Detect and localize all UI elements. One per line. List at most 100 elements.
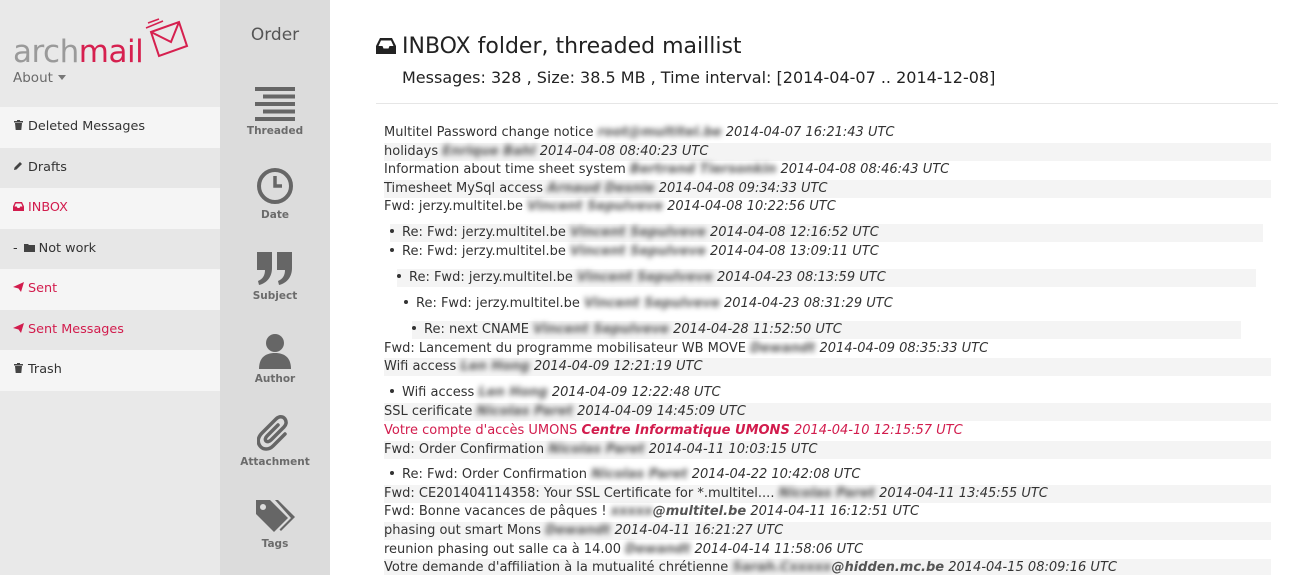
nest-dash: - bbox=[13, 240, 18, 256]
sidebar-item-not-work[interactable]: - Not work bbox=[0, 228, 220, 270]
reply-bullet bbox=[412, 326, 416, 330]
order-date-label: Date bbox=[261, 209, 289, 221]
message-row[interactable]: Fwd: CE201404114358: Your SSL Certificat… bbox=[384, 485, 1271, 503]
message-row[interactable]: Re: Fwd: Order Confirmation Nicolas Pare… bbox=[390, 466, 1270, 484]
message-author: Vincent Sepulveve bbox=[527, 199, 663, 214]
page-title-text: INBOX folder, threaded maillist bbox=[402, 34, 742, 59]
sidebar-item-trash[interactable]: Trash bbox=[0, 350, 220, 391]
order-panel: Order Threaded Date Subject Author Attac… bbox=[220, 0, 330, 575]
paperclip-icon bbox=[257, 415, 288, 451]
message-row[interactable]: reunion phasing out salle ca à 14.00 Dew… bbox=[384, 541, 1274, 559]
message-author: Bertrand Tiersonkin bbox=[629, 162, 777, 177]
message-author: Vincent Sepulveve bbox=[570, 244, 706, 259]
message-author: Centre Informatique UMONS bbox=[581, 423, 790, 438]
message-row[interactable]: phasing out smart Mons Dewandt 2014-04-1… bbox=[384, 522, 1271, 540]
message-row[interactable]: Re: Fwd: jerzy.multitel.be Vincent Sepul… bbox=[390, 224, 1263, 242]
reply-bullet bbox=[390, 471, 394, 475]
message-subject: Re: Fwd: jerzy.multitel.be bbox=[416, 296, 580, 311]
threaded-list-icon bbox=[255, 87, 295, 121]
message-author: root@multitel.be bbox=[597, 125, 722, 140]
clock-icon bbox=[257, 168, 293, 204]
order-date-button[interactable]: Date bbox=[220, 167, 330, 221]
order-tags-button[interactable]: Tags bbox=[220, 498, 330, 550]
logo-text-mail: mail bbox=[78, 34, 144, 70]
message-date: 2014-04-23 08:13:59 UTC bbox=[717, 270, 886, 285]
reply-bullet bbox=[390, 389, 394, 393]
message-row[interactable]: Fwd: Bonne vacances de pâques ! xxxxx@mu… bbox=[384, 503, 1274, 521]
message-date: 2014-04-07 16:21:43 UTC bbox=[725, 125, 895, 140]
message-row[interactable]: Information about time sheet system Bert… bbox=[384, 161, 1274, 179]
message-row[interactable]: Wifi access Len Hong 2014-04-09 12:21:19… bbox=[384, 358, 1271, 376]
reply-bullet bbox=[404, 300, 408, 304]
order-subject-button[interactable]: Subject bbox=[220, 250, 330, 302]
order-author-button[interactable]: Author bbox=[220, 333, 330, 385]
message-subject: Wifi access bbox=[402, 385, 475, 400]
order-tags-label: Tags bbox=[261, 538, 289, 550]
about-label: About bbox=[13, 70, 53, 86]
message-row[interactable]: holidays Enrique Bahl 2014-04-08 08:40:2… bbox=[384, 143, 1271, 161]
sidebar-item-label: Sent Messages bbox=[28, 321, 124, 337]
folder-icon bbox=[23, 229, 35, 270]
message-row[interactable]: Votre demande d'affiliation à la mutuali… bbox=[384, 559, 1271, 575]
logo-text: archmail bbox=[13, 34, 144, 70]
envelope-logo-icon bbox=[145, 18, 189, 58]
message-row[interactable]: Timesheet MySql access Arnaud Desnie 201… bbox=[384, 180, 1271, 198]
send-icon bbox=[13, 269, 24, 310]
trash-icon bbox=[13, 350, 23, 391]
message-date: 2014-04-28 11:52:50 UTC bbox=[673, 322, 842, 337]
about-dropdown[interactable]: About bbox=[13, 70, 66, 86]
message-subject: Fwd: Order Confirmation bbox=[384, 442, 545, 457]
quote-icon bbox=[257, 252, 292, 285]
message-date: 2014-04-08 08:40:23 UTC bbox=[539, 144, 709, 159]
sidebar-item-deleted-messages[interactable]: Deleted Messages bbox=[0, 107, 220, 148]
order-attachment-button[interactable]: Attachment bbox=[220, 414, 330, 468]
message-subject: Wifi access bbox=[384, 359, 457, 374]
sidebar-item-sent[interactable]: Sent bbox=[0, 269, 220, 310]
message-row[interactable]: Multitel Password change notice root@mul… bbox=[384, 124, 1274, 142]
message-author: Nicolas Paret bbox=[591, 467, 688, 482]
message-date: 2014-04-09 14:45:09 UTC bbox=[577, 404, 746, 419]
mailbox-stats: Messages: 328 , Size: 38.5 MB , Time int… bbox=[402, 68, 996, 87]
message-author: Arnaud Desnie bbox=[547, 181, 655, 196]
message-subject: Fwd: jerzy.multitel.be bbox=[384, 199, 523, 214]
message-row[interactable]: Re: Fwd: jerzy.multitel.be Vincent Sepul… bbox=[390, 243, 1270, 261]
message-author: Len Hong bbox=[478, 385, 548, 400]
message-row[interactable]: SSL cerificate Nicolas Paret 2014-04-09 … bbox=[384, 403, 1271, 421]
message-subject: Information about time sheet system bbox=[384, 162, 626, 177]
message-date: 2014-04-09 08:35:33 UTC bbox=[819, 341, 989, 356]
message-date: 2014-04-08 12:16:52 UTC bbox=[710, 225, 879, 240]
message-row[interactable]: Fwd: Order Confirmation Nicolas Paret 20… bbox=[384, 441, 1271, 459]
archmail-logo[interactable]: archmail bbox=[13, 16, 213, 72]
message-row-highlighted[interactable]: Votre compte d'accès UMONS Centre Inform… bbox=[384, 422, 1274, 440]
sidebar-item-label: Sent bbox=[28, 281, 58, 296]
message-row[interactable]: Re: Fwd: jerzy.multitel.be Vincent Sepul… bbox=[397, 269, 1256, 287]
message-row[interactable]: Re: next CNAME Vincent Sepulveve 2014-04… bbox=[412, 321, 1241, 339]
reply-bullet bbox=[397, 274, 401, 278]
inbox-icon bbox=[13, 188, 24, 229]
sidebar-item-sent-messages[interactable]: Sent Messages bbox=[0, 309, 220, 350]
tags-icon bbox=[256, 500, 295, 532]
message-date: 2014-04-10 12:15:57 UTC bbox=[793, 423, 963, 438]
message-date: 2014-04-15 08:09:16 UTC bbox=[948, 560, 1117, 575]
message-row[interactable]: Fwd: jerzy.multitel.be Vincent Sepulveve… bbox=[384, 198, 1274, 216]
message-row[interactable]: Fwd: Lancement du programme mobilisateur… bbox=[384, 340, 1274, 358]
sidebar-item-drafts[interactable]: Drafts bbox=[0, 147, 220, 189]
message-subject: Re: Fwd: jerzy.multitel.be bbox=[402, 244, 566, 259]
sidebar-item-label: Trash bbox=[28, 362, 62, 377]
message-date: 2014-04-22 10:42:08 UTC bbox=[691, 467, 861, 482]
message-row[interactable]: Re: Fwd: jerzy.multitel.be Vincent Sepul… bbox=[404, 295, 1254, 313]
pencil-icon bbox=[13, 148, 23, 189]
message-row[interactable]: Wifi access Len Hong 2014-04-09 12:22:48… bbox=[390, 384, 1270, 402]
message-date: 2014-04-11 16:21:27 UTC bbox=[614, 523, 784, 538]
reply-bullet bbox=[390, 229, 394, 233]
message-author: Dewandt bbox=[750, 341, 816, 356]
message-author: Vincent Sepulveve bbox=[584, 296, 720, 311]
sidebar: archmail About Deleted Messages Drafts I… bbox=[0, 0, 220, 575]
order-threaded-button[interactable]: Threaded bbox=[220, 87, 330, 137]
header-divider bbox=[376, 103, 1278, 104]
sidebar-item-inbox[interactable]: INBOX bbox=[0, 188, 220, 229]
message-subject: Multitel Password change notice bbox=[384, 125, 594, 140]
order-attachment-label: Attachment bbox=[240, 456, 310, 468]
message-author: Nicolas Paret bbox=[476, 404, 573, 419]
message-subject: Re: Fwd: jerzy.multitel.be bbox=[402, 225, 566, 240]
